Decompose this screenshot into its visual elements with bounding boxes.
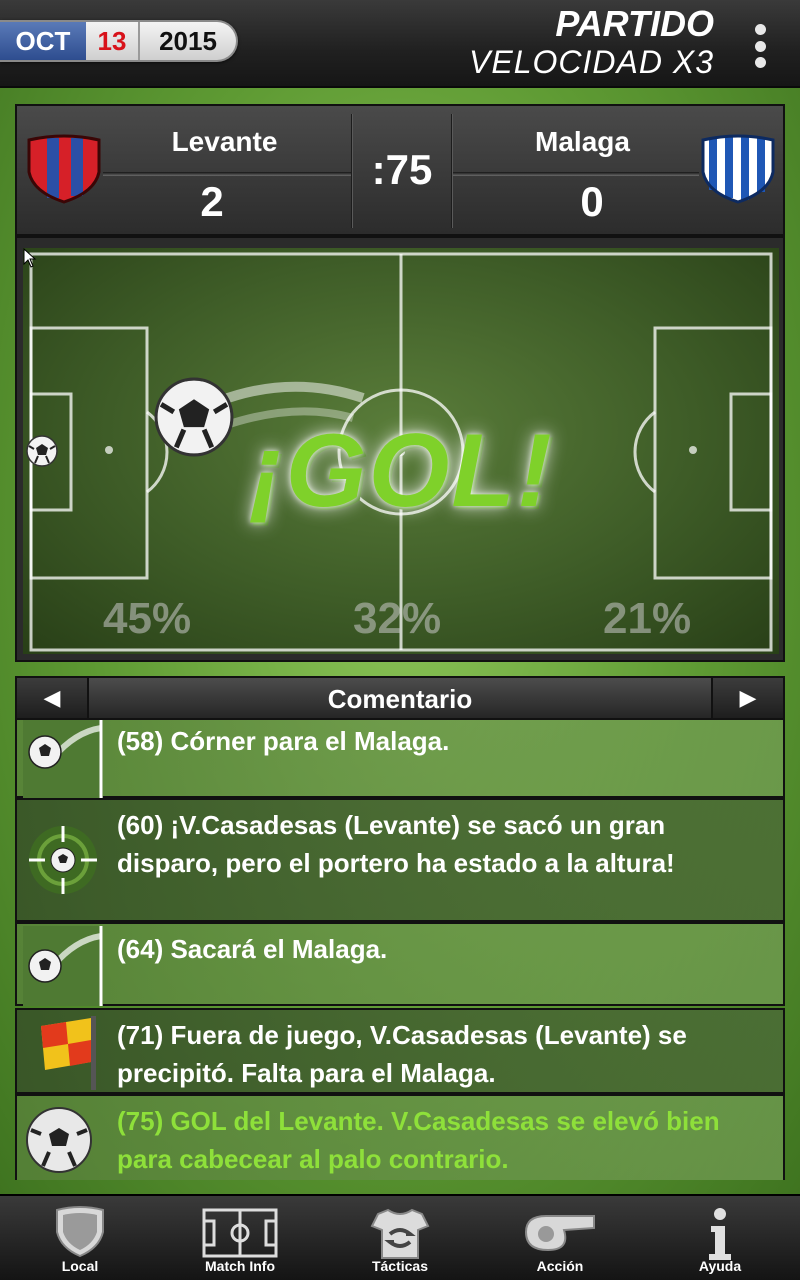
date-day: 13 xyxy=(86,22,140,60)
nav-ayuda[interactable]: Ayuda xyxy=(640,1196,800,1280)
match-ball-icon xyxy=(26,435,58,467)
pitch: ¡GOL! 45% 32% 21% xyxy=(23,248,779,654)
divider xyxy=(103,172,351,176)
list-item: (75) GOL del Levante. V.Casadesas se ele… xyxy=(15,1094,785,1180)
away-team-name: Malaga xyxy=(535,126,630,157)
list-item: (58) Córner para el Malaga. xyxy=(15,720,785,798)
corner-icon xyxy=(23,926,103,1006)
commentary-text: (71) Fuera de juego, V.Casadesas (Levant… xyxy=(117,1020,687,1088)
commentary-header: ◀ Comentario ▶ xyxy=(15,676,785,720)
commentary-text-goal: (75) GOL del Levante. V.Casadesas se ele… xyxy=(117,1106,720,1174)
screen-title: PARTIDO VELOCIDAD X3 xyxy=(469,3,714,81)
home-team-name: Levante xyxy=(171,126,278,157)
goal-banner: ¡GOL! xyxy=(249,413,554,529)
nav-tacticas[interactable]: Tácticas xyxy=(320,1196,480,1280)
mouse-cursor-icon xyxy=(23,248,37,268)
away-team-score: 0 xyxy=(580,178,604,225)
goal-ball-icon xyxy=(154,377,234,457)
info-icon xyxy=(709,1208,731,1260)
nav-local[interactable]: Local xyxy=(0,1196,160,1280)
top-bar: OCT 13 2015 PARTIDO VELOCIDAD X3 xyxy=(0,0,800,88)
separator xyxy=(451,114,453,228)
arrow-left-icon[interactable]: ◀ xyxy=(17,678,89,718)
offside-flag-icon xyxy=(41,1016,96,1090)
goal-ball-icon xyxy=(26,1107,92,1173)
home-team-score: 2 xyxy=(200,178,224,225)
nav-accion[interactable]: Acción xyxy=(480,1196,640,1280)
pitch-icon xyxy=(202,1208,278,1258)
commentary-text: (58) Córner para el Malaga. xyxy=(117,726,450,756)
nav-label: Match Info xyxy=(205,1258,275,1274)
nav-label: Local xyxy=(61,1258,99,1274)
shield-icon xyxy=(56,1206,104,1258)
match-minute: :75 xyxy=(371,146,433,193)
commentary-text: (60) ¡V.Casadesas (Levante) se sacó un g… xyxy=(117,810,675,878)
tactics-shirt-icon xyxy=(370,1208,430,1259)
more-vertical-icon[interactable] xyxy=(750,24,770,68)
away-crest-icon xyxy=(701,134,775,204)
pitch-panel: ¡GOL! 45% 32% 21% xyxy=(15,236,785,662)
commentary-title: Comentario xyxy=(327,684,473,714)
possession-right: 21% xyxy=(603,594,692,643)
bottom-nav: Local Match Info Tácticas Acción Ayuda xyxy=(0,1194,800,1280)
shot-target-icon xyxy=(29,826,97,894)
whistle-icon xyxy=(524,1215,595,1252)
arrow-right-icon[interactable]: ▶ xyxy=(711,678,783,718)
list-item: (60) ¡V.Casadesas (Levante) se sacó un g… xyxy=(15,798,785,922)
commentary-list[interactable]: (58) Córner para el Malaga. (60) ¡V.Casa… xyxy=(15,720,785,1180)
corner-icon xyxy=(23,720,103,798)
list-item: (71) Fuera de juego, V.Casadesas (Levant… xyxy=(15,1008,785,1094)
screen-title-main: PARTIDO xyxy=(555,3,714,44)
date-month: OCT xyxy=(0,22,86,60)
date-display: OCT 13 2015 xyxy=(0,20,238,62)
divider xyxy=(453,172,699,176)
nav-label: Acción xyxy=(536,1258,584,1274)
nav-match-info[interactable]: Match Info xyxy=(160,1196,320,1280)
possession-middle: 32% xyxy=(353,594,442,643)
home-crest-icon xyxy=(27,134,101,204)
scoreboard: Levante 2 :75 Malaga 0 xyxy=(15,104,785,236)
list-item: (64) Sacará el Malaga. xyxy=(15,922,785,1006)
possession-left: 45% xyxy=(103,594,192,643)
speed-label: VELOCIDAD X3 xyxy=(469,44,714,80)
date-year: 2015 xyxy=(159,25,217,56)
commentary-text: (64) Sacará el Malaga. xyxy=(117,934,388,964)
